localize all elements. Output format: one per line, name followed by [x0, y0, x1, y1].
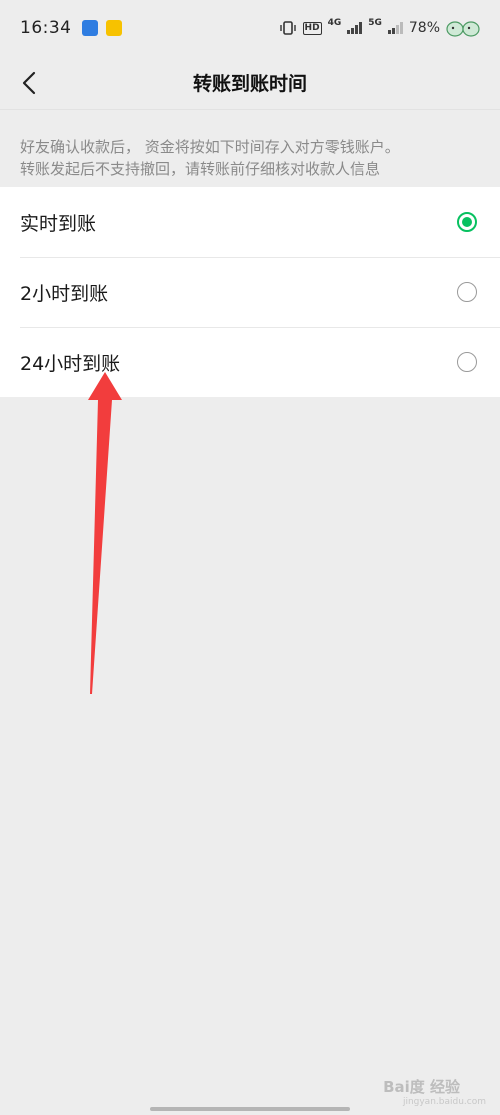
page-title: 转账到账时间	[192, 73, 307, 95]
watermark-url: jingyan.baidu.com	[402, 1097, 486, 1107]
watermark-logo: Bai度 经验	[383, 1078, 460, 1096]
network-type-label: 5G	[368, 18, 382, 28]
hd-icon: HD	[302, 21, 322, 35]
option-24-hours[interactable]: 24小时到账	[0, 327, 500, 397]
status-indicators: HD 4G 5G 78%	[279, 19, 480, 37]
notice-line: 好友确认收款后， 资金将按如下时间存入对方零钱账户。	[20, 138, 400, 156]
arrival-time-options: 实时到账 2小时到账 24小时到账	[0, 187, 500, 397]
battery-percentage: 78%	[408, 20, 440, 36]
radio-button[interactable]	[457, 212, 477, 232]
network-type-label: 4G	[327, 18, 342, 28]
status-time: 16:34	[20, 18, 72, 38]
status-bar: 16:34 HD 4G 5G 78%	[0, 0, 500, 56]
notification-app-icon	[81, 20, 98, 36]
back-button[interactable]	[14, 66, 44, 100]
notice-line: 转账发起后不支持撤回，请转账前仔细核对收款人信息	[20, 160, 381, 178]
battery-icon	[446, 21, 480, 37]
navigation-bar: 转账到账时间	[0, 56, 500, 110]
option-2-hours[interactable]: 2小时到账	[0, 257, 500, 327]
signal-icon	[347, 22, 363, 34]
transfer-notice: 好友确认收款后， 资金将按如下时间存入对方零钱账户。 转账发起后不支持撤回，请转…	[20, 136, 490, 180]
option-label: 2小时到账	[20, 282, 109, 305]
radio-button[interactable]	[457, 352, 477, 372]
radio-button[interactable]	[457, 282, 477, 302]
option-label: 实时到账	[20, 212, 97, 235]
option-label: 24小时到账	[20, 352, 121, 375]
notification-app-icon	[105, 20, 122, 36]
vibrate-icon	[279, 21, 296, 35]
chevron-left-icon	[22, 71, 36, 95]
annotation-arrow-shape	[88, 372, 122, 694]
home-indicator[interactable]	[150, 1107, 350, 1111]
signal-icon	[387, 22, 403, 34]
option-realtime[interactable]: 实时到账	[0, 187, 500, 257]
